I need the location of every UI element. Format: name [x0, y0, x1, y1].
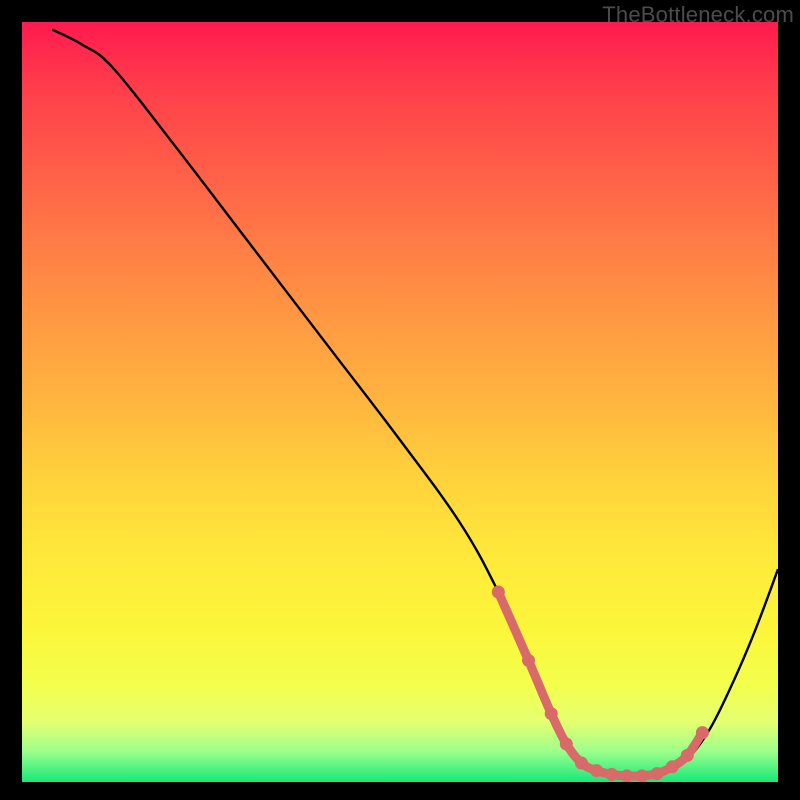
- marker-dot: [696, 726, 709, 739]
- watermark-text: TheBottleneck.com: [602, 2, 794, 28]
- marker-dot: [635, 769, 648, 782]
- marker-dot: [605, 768, 618, 781]
- marker-dot: [666, 760, 679, 773]
- chart-frame: [22, 22, 778, 782]
- bottleneck-curve-path: [52, 30, 778, 777]
- optimal-zone-markers-group: [492, 586, 709, 783]
- marker-dot: [681, 749, 694, 762]
- marker-dot: [545, 707, 558, 720]
- marker-dot: [560, 738, 573, 751]
- marker-dot: [590, 764, 603, 777]
- marker-dot: [651, 767, 664, 780]
- marker-dot: [575, 757, 588, 770]
- marker-dot: [522, 654, 535, 667]
- marker-dot: [620, 769, 633, 782]
- bottleneck-chart: [22, 22, 778, 782]
- marker-stroke: [498, 592, 702, 776]
- marker-dot: [492, 586, 505, 599]
